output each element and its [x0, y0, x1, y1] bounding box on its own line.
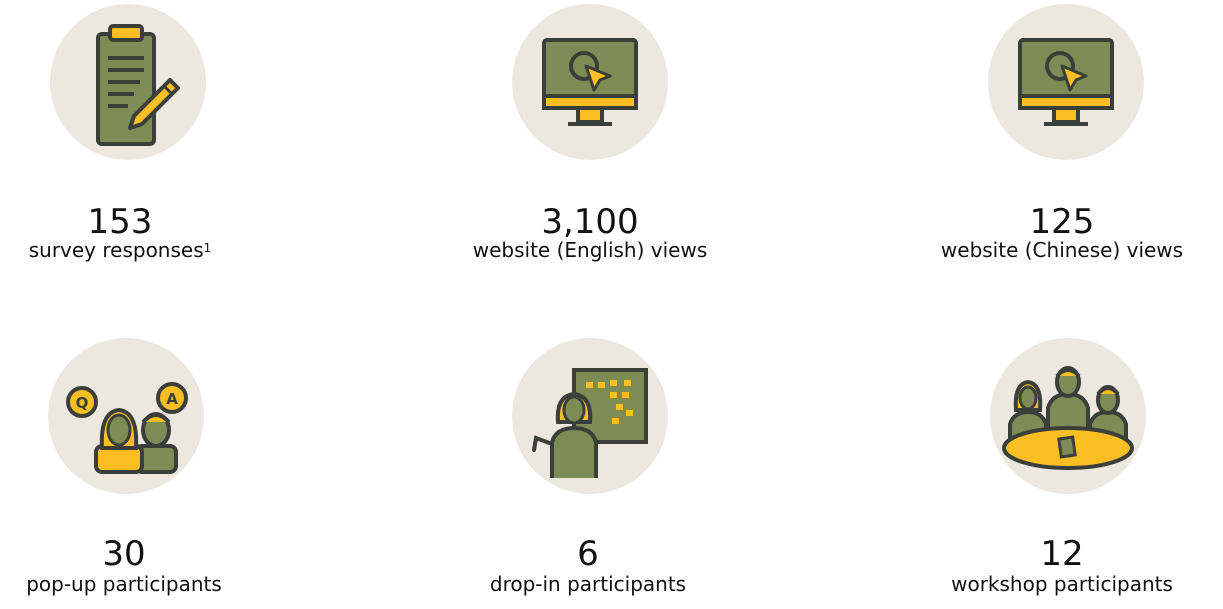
monitor-cursor-icon: [512, 4, 668, 160]
stat-label: drop-in participants: [489, 572, 687, 596]
svg-text:A: A: [166, 390, 178, 408]
svg-text:Q: Q: [76, 394, 89, 412]
workshop-table-icon: [990, 338, 1146, 494]
question-answer-people-icon: Q A: [48, 338, 204, 494]
stat-number: 3,100: [541, 202, 639, 242]
stat-number: 125: [1029, 202, 1095, 242]
stat-number: 6: [577, 534, 599, 574]
presenter-board-icon: [512, 338, 668, 494]
stat-label: website (Chinese) views: [940, 238, 1184, 262]
stat-label: pop-up participants: [26, 572, 222, 596]
stat-label: website (English) views: [472, 238, 708, 262]
stat-number: 153: [87, 202, 153, 242]
stat-number: 30: [102, 534, 146, 574]
footnote-marker: 1: [203, 241, 212, 255]
stat-label: survey responses1: [0, 238, 300, 262]
stat-number: 12: [1040, 534, 1084, 574]
stat-label-text: survey responses: [28, 238, 204, 262]
engagement-stats-infographic: 153 survey responses1 3,100 website (Eng…: [0, 0, 1223, 609]
monitor-cursor-icon: [988, 4, 1144, 160]
stat-label: workshop participants: [951, 572, 1173, 596]
survey-clipboard-icon: [50, 4, 206, 160]
